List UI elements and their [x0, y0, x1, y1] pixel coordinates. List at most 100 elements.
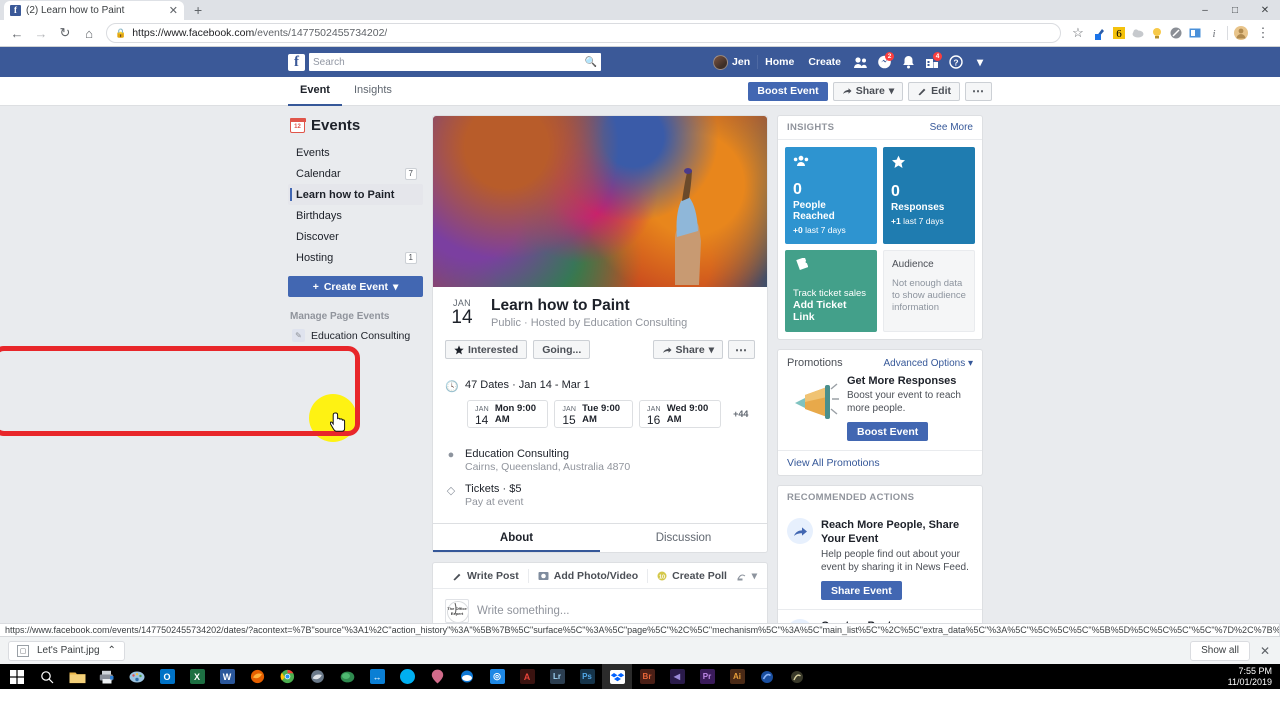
outlook-icon[interactable]: O	[152, 664, 182, 689]
chevron-up-icon[interactable]: ⌃	[108, 645, 116, 656]
lightbulb-extension-icon[interactable]	[1148, 24, 1166, 42]
promotions-boost-button[interactable]: Boost Event	[847, 422, 929, 441]
messages-icon[interactable]: 2	[872, 51, 896, 73]
maps-pin-icon[interactable]	[422, 664, 452, 689]
write-post-button[interactable]: Write Post	[443, 570, 528, 582]
dropbox-icon[interactable]	[602, 664, 632, 689]
acrobat-icon[interactable]: A	[512, 664, 542, 689]
sidebar-item-hosting[interactable]: Hosting 1	[288, 247, 423, 268]
search-input[interactable]: Search 🔍	[309, 53, 601, 71]
date-chip[interactable]: JAN 16 Wed 9:00 AM	[638, 400, 721, 428]
profile-link[interactable]: Jen	[706, 51, 757, 73]
info-extension-icon[interactable]: i	[1205, 24, 1223, 42]
going-button[interactable]: Going...	[533, 340, 591, 359]
minimize-icon[interactable]: ‒	[1190, 0, 1220, 20]
blue-swirl-icon[interactable]	[752, 664, 782, 689]
composer-input[interactable]: Write something...	[477, 605, 569, 617]
photoshop-icon[interactable]: Ps	[572, 664, 602, 689]
create-event-button[interactable]: + Create Event ▾	[288, 276, 423, 297]
printer-icon[interactable]	[92, 664, 122, 689]
lightroom-icon[interactable]: Lr	[542, 664, 572, 689]
facebook-logo-icon[interactable]: f	[288, 53, 305, 71]
share-button[interactable]: Share ▾	[832, 81, 904, 101]
nav-create[interactable]: Create	[801, 51, 848, 73]
sidebar-page-education-consulting[interactable]: ✎ Education Consulting	[288, 327, 423, 344]
taskbar-search-icon[interactable]	[32, 664, 62, 689]
green-app-icon[interactable]	[332, 664, 362, 689]
onedrive-icon[interactable]	[452, 664, 482, 689]
taskbar-clock[interactable]: 7:55 PM 11/01/2019	[1228, 666, 1272, 688]
dark-app-icon[interactable]	[782, 664, 812, 689]
back-icon[interactable]: ←	[6, 22, 28, 44]
sidebar-item-calendar[interactable]: Calendar 7	[288, 163, 423, 184]
address-bar[interactable]: 🔒 https://www.facebook.com/events/147750…	[106, 23, 1061, 43]
friend-requests-icon[interactable]	[848, 51, 872, 73]
firefox-icon[interactable]	[242, 664, 272, 689]
sidebar-item-events[interactable]: Events	[288, 142, 423, 163]
sidebar-item-learn-how-to-paint[interactable]: Learn how to Paint	[288, 184, 423, 205]
circle-extension-icon[interactable]	[1167, 24, 1185, 42]
media-encoder-icon[interactable]: ◀	[662, 664, 692, 689]
more-options-button[interactable]: ⋯	[965, 81, 992, 101]
maximize-icon[interactable]: □	[1220, 0, 1250, 20]
file-explorer-icon[interactable]	[62, 664, 92, 689]
sidebar-item-birthdays[interactable]: Birthdays	[288, 205, 423, 226]
insight-tile-people-reached[interactable]: 0 People Reached +0 last 7 days	[785, 147, 877, 244]
nav-home[interactable]: Home	[758, 51, 801, 73]
insight-tile-ticket-sales[interactable]: Track ticket sales Add Ticket Link	[785, 250, 877, 332]
account-menu-icon[interactable]: ▾	[968, 51, 992, 73]
share-event-button[interactable]: Share Event	[821, 581, 902, 600]
highlighter-extension-icon[interactable]: 6	[1110, 24, 1128, 42]
composer-more[interactable]: ▾	[737, 570, 757, 582]
create-poll-button[interactable]: 10 Create Poll	[648, 570, 736, 582]
forward-icon[interactable]: →	[30, 22, 52, 44]
paint-palette-icon[interactable]	[122, 664, 152, 689]
show-all-downloads-button[interactable]: Show all	[1190, 640, 1250, 661]
window-close-icon[interactable]: ✕	[1250, 0, 1280, 20]
tab-discussion[interactable]: Discussion	[600, 524, 767, 552]
new-tab-button[interactable]: +	[194, 2, 202, 18]
sidebar-item-discover[interactable]: Discover	[288, 226, 423, 247]
reload-icon[interactable]: ↻	[54, 22, 76, 44]
pen-extension-icon[interactable]	[1091, 24, 1109, 42]
more-dates-button[interactable]: +44	[727, 400, 755, 428]
date-chip[interactable]: JAN 14 Mon 9:00 AM	[467, 400, 549, 428]
tab-event[interactable]: Event	[288, 77, 342, 106]
search-icon[interactable]: 🔍	[585, 57, 597, 68]
view-all-promotions-link[interactable]: View All Promotions	[778, 450, 982, 475]
boost-event-button[interactable]: Boost Event	[748, 81, 828, 101]
pages-feed-icon[interactable]: 4	[920, 51, 944, 73]
add-photo-video-button[interactable]: Add Photo/Video	[529, 570, 647, 582]
notifications-icon[interactable]	[896, 51, 920, 73]
cloud-extension-icon[interactable]	[1129, 24, 1147, 42]
insights-see-more-link[interactable]: See More	[930, 122, 973, 133]
chrome-icon[interactable]	[272, 664, 302, 689]
download-item[interactable]: ▢ Let's Paint.jpg ⌃	[8, 640, 125, 661]
profile-avatar-icon[interactable]	[1232, 24, 1250, 42]
close-downloads-bar-icon[interactable]: ✕	[1260, 644, 1272, 658]
event-cover-photo[interactable]	[433, 116, 767, 287]
home-icon[interactable]: ⌂	[78, 22, 100, 44]
tab-about[interactable]: About	[433, 524, 600, 552]
teamviewer-icon[interactable]: ↔	[362, 664, 392, 689]
window-extension-icon[interactable]	[1186, 24, 1204, 42]
insight-tile-responses[interactable]: 0 Responses +1 last 7 days	[883, 147, 975, 244]
edge-legacy-icon[interactable]	[302, 664, 332, 689]
event-location-name[interactable]: Education Consulting	[465, 448, 630, 460]
add-ticket-link[interactable]: Add Ticket Link	[793, 299, 869, 323]
excel-icon[interactable]: X	[182, 664, 212, 689]
close-icon[interactable]: ✕	[169, 4, 178, 17]
bridge-icon[interactable]: Br	[632, 664, 662, 689]
help-icon[interactable]: ?	[944, 51, 968, 73]
advanced-options-link[interactable]: Advanced Options ▾	[883, 358, 973, 369]
event-share-button[interactable]: Share ▾	[652, 340, 723, 359]
edit-button[interactable]: Edit	[908, 81, 960, 101]
illustrator-icon[interactable]: Ai	[722, 664, 752, 689]
event-more-button[interactable]: ⋯	[728, 340, 755, 359]
interested-button[interactable]: Interested	[445, 340, 528, 359]
bookmark-star-icon[interactable]: ☆	[1067, 22, 1089, 44]
date-chip[interactable]: JAN 15 Tue 9:00 AM	[554, 400, 633, 428]
windows-start-icon[interactable]	[2, 664, 32, 689]
browser-tab[interactable]: f (2) Learn how to Paint ✕	[4, 1, 184, 20]
word-icon[interactable]: W	[212, 664, 242, 689]
